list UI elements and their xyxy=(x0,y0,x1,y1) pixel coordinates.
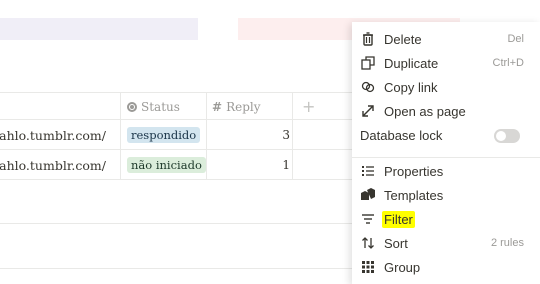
properties-icon xyxy=(360,163,376,179)
reply-column-header[interactable]: # Reply xyxy=(206,93,292,120)
status-column-header[interactable]: Status xyxy=(121,93,206,120)
filter-menu-item[interactable]: Filter xyxy=(360,208,532,230)
duplicate-shortcut: Ctrl+D xyxy=(492,57,524,69)
filter-highlighted-text: Filter xyxy=(382,210,415,228)
templates-icon xyxy=(360,187,376,203)
status-badge: respondido xyxy=(127,127,201,143)
open-page-icon xyxy=(360,103,376,119)
toggle-knob xyxy=(496,131,506,141)
open-as-page-label: Open as page xyxy=(384,103,466,119)
menu-divider xyxy=(352,157,540,158)
link-column-header[interactable] xyxy=(0,93,120,120)
sort-icon xyxy=(360,235,376,251)
properties-label: Properties xyxy=(384,163,444,179)
database-lock-toggle[interactable] xyxy=(494,129,520,143)
sort-label: Sort xyxy=(384,235,408,251)
duplicate-label: Duplicate xyxy=(384,55,439,71)
sort-rules-count: 2 rules xyxy=(490,237,524,249)
database-lock-menu-item[interactable]: Database lock xyxy=(360,124,532,146)
filter-icon xyxy=(360,211,376,227)
top-color-band-lavender xyxy=(0,18,198,40)
delete-menu-item[interactable]: Delete Del xyxy=(360,28,532,50)
context-menu: Delete Del Duplicate Ctrl+D Copy link Op… xyxy=(352,22,540,284)
status-cell[interactable]: respondido xyxy=(121,120,206,150)
filter-label: Filter xyxy=(382,210,532,228)
group-icon xyxy=(360,259,376,275)
reply-cell[interactable]: 1 xyxy=(206,150,292,180)
plus-icon: + xyxy=(302,97,316,116)
duplicate-menu-item[interactable]: Duplicate Ctrl+D xyxy=(360,52,532,74)
database-page: Status # Reply + xkahlo.tumblr.com/ resp… xyxy=(0,0,540,284)
status-cell[interactable]: não iniciado xyxy=(121,150,206,180)
delete-label: Delete xyxy=(384,31,422,47)
reply-column-label: Reply xyxy=(226,99,261,114)
trash-icon xyxy=(360,31,376,47)
url-text: xkahlo.tumblr.com/ xyxy=(0,127,106,143)
hash-icon: # xyxy=(212,99,223,114)
column-divider xyxy=(292,150,293,180)
properties-menu-item[interactable]: Properties xyxy=(360,160,532,182)
templates-label: Templates xyxy=(384,187,444,203)
link-icon xyxy=(360,79,376,95)
copy-link-label: Copy link xyxy=(384,79,438,95)
url-cell[interactable]: xkahlo.tumblr.com/ xyxy=(0,150,120,180)
delete-shortcut: Del xyxy=(507,33,524,45)
copy-link-menu-item[interactable]: Copy link xyxy=(360,76,532,98)
url-text: xkahlo.tumblr.com/ xyxy=(0,157,106,173)
templates-menu-item[interactable]: Templates xyxy=(360,184,532,206)
duplicate-icon xyxy=(360,55,376,71)
group-menu-item[interactable]: Group xyxy=(360,256,532,278)
reply-value: 3 xyxy=(282,128,290,142)
status-column-label: Status xyxy=(141,99,180,114)
add-property-button[interactable]: + xyxy=(292,93,332,120)
group-label: Group xyxy=(384,259,421,275)
reply-value: 1 xyxy=(282,158,290,172)
status-icon xyxy=(127,101,137,112)
open-as-page-menu-item[interactable]: Open as page xyxy=(360,100,532,122)
column-divider xyxy=(292,120,293,150)
url-cell[interactable]: xkahlo.tumblr.com/ xyxy=(0,120,120,150)
reply-cell[interactable]: 3 xyxy=(206,120,292,150)
sort-menu-item[interactable]: Sort 2 rules xyxy=(360,232,532,254)
status-badge: não iniciado xyxy=(127,157,206,173)
